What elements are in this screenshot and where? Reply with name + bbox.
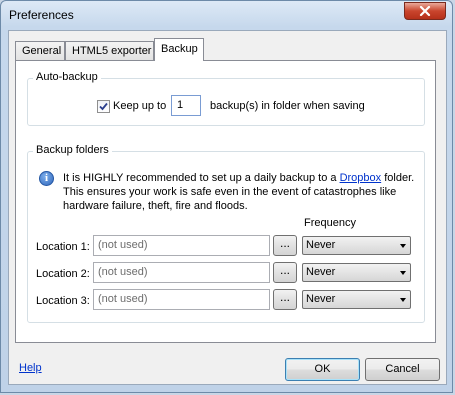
keep-up-to-label: Keep up to: [113, 100, 167, 112]
close-icon: [419, 6, 431, 16]
tab-general[interactable]: General: [15, 41, 65, 60]
frequency-header: Frequency: [304, 217, 356, 229]
info-text-after-link: folder.: [384, 172, 415, 184]
location-2-input[interactable]: (not used): [93, 262, 270, 283]
preferences-dialog: Preferences General HTML5 exporter Backu…: [0, 0, 453, 393]
backup-tab-panel: Auto-backup Keep up to 1 backup(s) in fo…: [15, 60, 436, 343]
chevron-down-icon: [400, 244, 406, 248]
tab-backup[interactable]: Backup: [154, 38, 204, 61]
title-bar: Preferences: [1, 1, 454, 29]
location-1-label: Location 1:: [36, 241, 90, 253]
info-line-2: This ensures your work is safe even in t…: [63, 186, 397, 198]
location-3-frequency-value: Never: [306, 293, 336, 305]
tab-html5-exporter[interactable]: HTML5 exporter: [65, 41, 154, 60]
location-2-frequency-select[interactable]: Never: [302, 263, 411, 282]
cancel-button[interactable]: Cancel: [365, 358, 440, 381]
checkmark-icon: [99, 102, 108, 111]
dropbox-link[interactable]: Dropbox: [340, 172, 382, 184]
keep-backups-checkbox[interactable]: [97, 100, 110, 113]
window-title: Preferences: [9, 8, 74, 22]
backup-suffix-label: backup(s) in folder when saving: [210, 100, 365, 112]
chevron-down-icon: [400, 271, 406, 275]
chevron-down-icon: [400, 298, 406, 302]
dialog-body: General HTML5 exporter Backup Auto-backu…: [8, 30, 447, 385]
info-icon: i: [39, 171, 54, 186]
location-2-label: Location 2:: [36, 268, 90, 280]
backup-folders-group: Backup folders i It is HIGHLY recommende…: [27, 144, 425, 323]
auto-backup-group-label: Auto-backup: [33, 71, 101, 83]
location-3-frequency-select[interactable]: Never: [302, 290, 411, 309]
help-link[interactable]: Help: [19, 362, 42, 374]
info-line-3: hardware failure, theft, fire and floods…: [63, 200, 248, 212]
location-2-browse-button[interactable]: ...: [273, 262, 297, 283]
location-3-input[interactable]: (not used): [93, 289, 270, 310]
ok-button[interactable]: OK: [285, 358, 360, 381]
location-1-frequency-value: Never: [306, 239, 336, 251]
location-2-frequency-value: Never: [306, 266, 336, 278]
auto-backup-group: Auto-backup Keep up to 1 backup(s) in fo…: [27, 71, 425, 126]
location-3-browse-button[interactable]: ...: [273, 289, 297, 310]
backup-count-input[interactable]: 1: [171, 95, 201, 116]
location-1-frequency-select[interactable]: Never: [302, 236, 411, 255]
location-3-label: Location 3:: [36, 295, 90, 307]
backup-folders-group-label: Backup folders: [33, 144, 112, 156]
info-line-1: It is HIGHLY recommended to set up a dai…: [63, 172, 414, 184]
location-1-input[interactable]: (not used): [93, 235, 270, 256]
close-button[interactable]: [404, 2, 446, 20]
info-text-before-link: It is HIGHLY recommended to set up a dai…: [63, 172, 337, 184]
location-1-browse-button[interactable]: ...: [273, 235, 297, 256]
